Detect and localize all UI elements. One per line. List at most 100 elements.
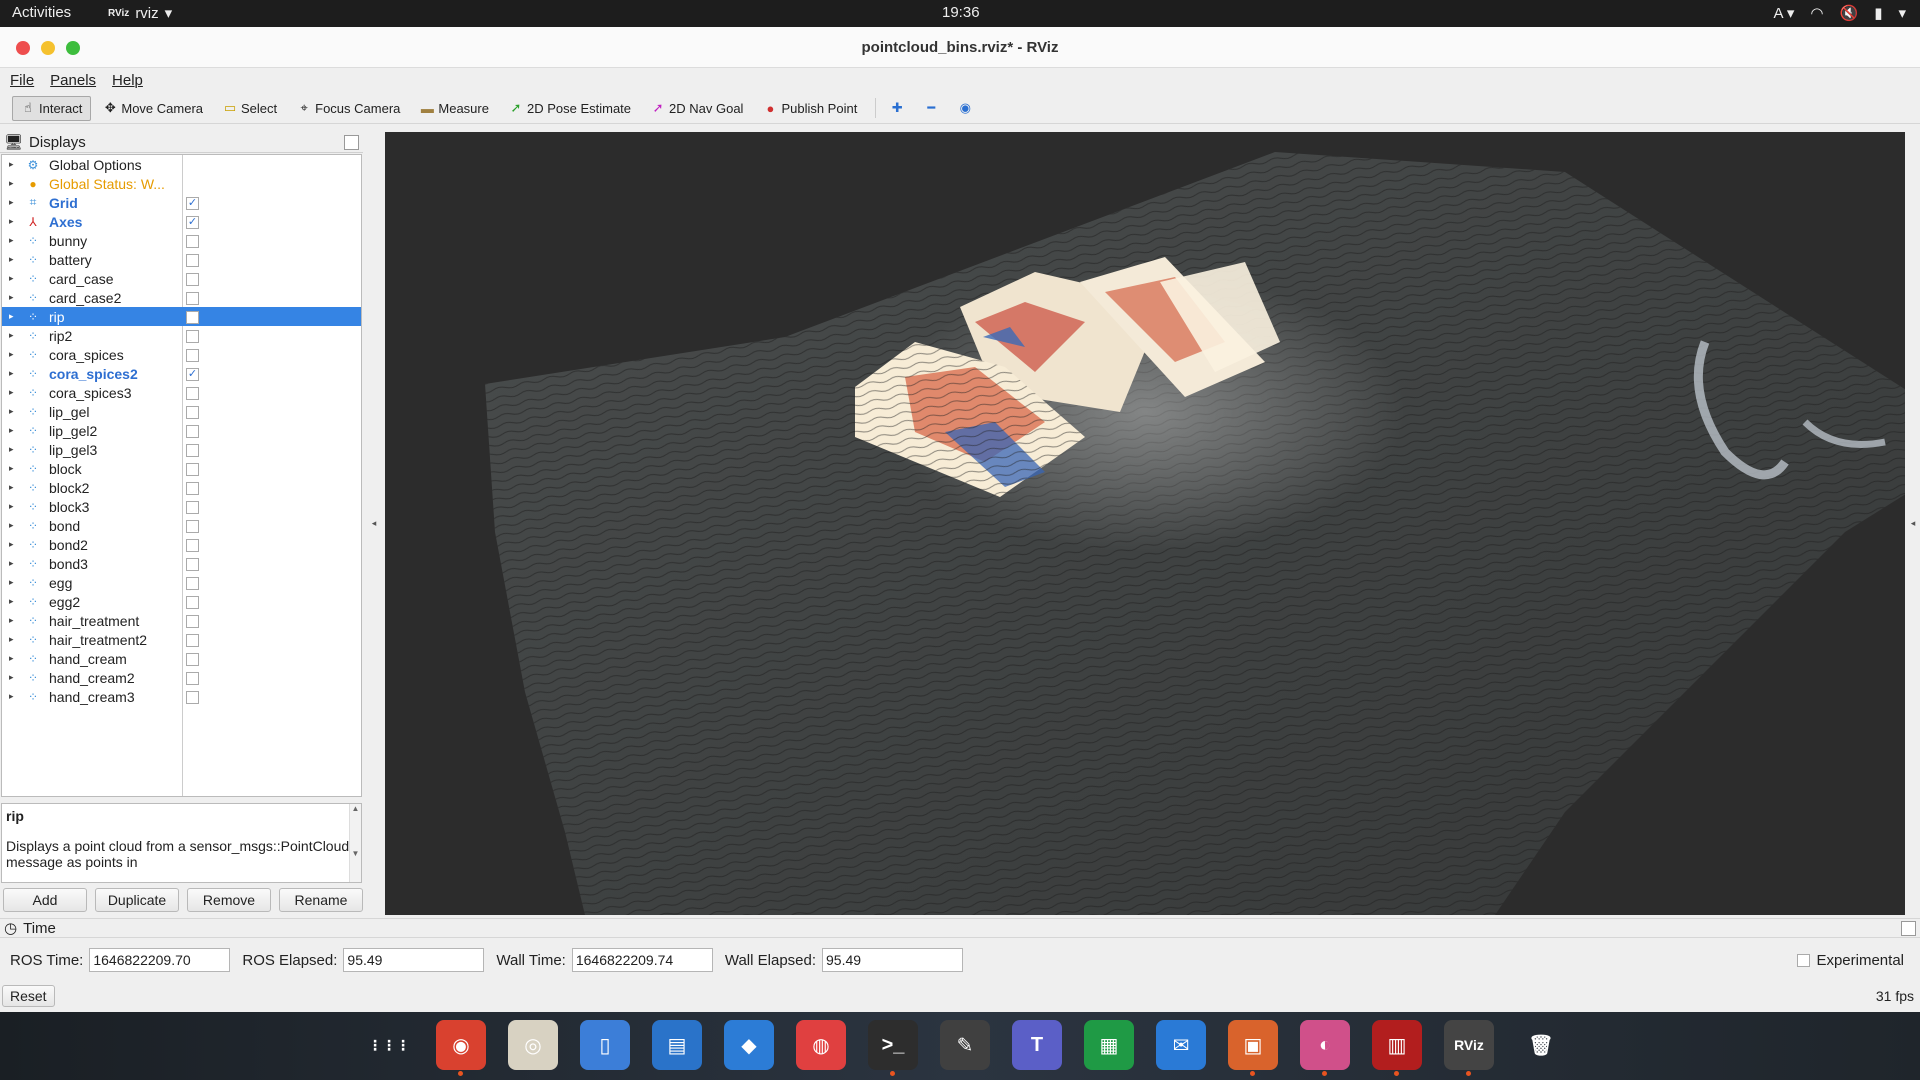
calc-icon[interactable]: ▦ (1084, 1020, 1134, 1070)
expand-arrow-icon[interactable]: ▸ (9, 387, 19, 398)
ros-elapsed-field[interactable]: 95.49 (343, 948, 485, 972)
expand-arrow-icon[interactable]: ▸ (9, 577, 19, 588)
enable-checkbox[interactable] (186, 501, 199, 514)
rename-display-button[interactable]: Rename (279, 888, 363, 912)
input-method-indicator[interactable]: A ▾ (1774, 4, 1795, 22)
remove-display-button[interactable]: Remove (187, 888, 271, 912)
display-item-lip_gel2[interactable]: ▸ ⁘ lip_gel2 (2, 421, 361, 440)
expand-arrow-icon[interactable]: ▸ (9, 254, 19, 265)
displays-tree[interactable]: ▸ ⚙ Global Options ▸ ● Global Status: W... ▸ ⌗ G… (1, 154, 362, 797)
display-item-egg[interactable]: ▸ ⁘ egg (2, 573, 361, 592)
description-scrollbar[interactable]: ▲ ▼ (349, 804, 361, 882)
enable-checkbox[interactable] (186, 539, 199, 552)
display-item-cora_spices[interactable]: ▸ ⁘ cora_spices (2, 345, 361, 364)
display-item-hair_treatment2[interactable]: ▸ ⁘ hair_treatment2 (2, 630, 361, 649)
ros-time-field[interactable]: 1646822209.70 (89, 948, 231, 972)
expand-arrow-icon[interactable]: ▸ (9, 691, 19, 702)
enable-checkbox[interactable] (186, 387, 199, 400)
enable-checkbox[interactable] (186, 311, 199, 324)
reset-button[interactable]: Reset (2, 985, 55, 1007)
enable-checkbox[interactable] (186, 330, 199, 343)
display-item-block[interactable]: ▸ ⁘ block (2, 459, 361, 478)
expand-arrow-icon[interactable]: ▸ (9, 444, 19, 455)
display-item-bunny[interactable]: ▸ ⁘ bunny (2, 231, 361, 250)
enable-checkbox[interactable]: ✓ (186, 197, 199, 210)
enable-checkbox[interactable] (186, 254, 199, 267)
display-item-lip_gel[interactable]: ▸ ⁘ lip_gel (2, 402, 361, 421)
expand-arrow-icon[interactable]: ▸ (9, 330, 19, 341)
expand-arrow-icon[interactable]: ▸ (9, 615, 19, 626)
wall-elapsed-field[interactable]: 95.49 (822, 948, 964, 972)
enable-checkbox[interactable] (186, 577, 199, 590)
expand-arrow-icon[interactable]: ▸ (9, 368, 19, 379)
measure-tool-button[interactable]: ▬ Measure (412, 96, 497, 121)
enable-checkbox[interactable] (186, 273, 199, 286)
menu-panels[interactable]: Panels (50, 72, 96, 89)
panel-float-button[interactable] (344, 135, 359, 150)
display-item-globaloptions[interactable]: ▸ ⚙ Global Options (2, 155, 361, 174)
enable-checkbox[interactable] (186, 463, 199, 476)
enable-checkbox[interactable]: ✓ (186, 216, 199, 229)
interact-tool-button[interactable]: ☝ Interact (12, 95, 92, 121)
expand-arrow-icon[interactable]: ▸ (9, 482, 19, 493)
checkbox[interactable] (1797, 954, 1811, 967)
expand-arrow-icon[interactable]: ▸ (9, 292, 19, 303)
display-item-cora_spices2[interactable]: ▸ ⁘ cora_spices2 ✓ (2, 364, 361, 383)
expand-arrow-icon[interactable]: ▸ (9, 596, 19, 607)
enable-checkbox[interactable] (186, 444, 199, 457)
menu-file[interactable]: File (10, 72, 34, 89)
enable-checkbox[interactable] (186, 615, 199, 628)
files-icon[interactable]: ▯ (580, 1020, 630, 1070)
expand-arrow-icon[interactable]: ▸ (9, 159, 19, 170)
media-icon[interactable]: ▥ (1372, 1020, 1422, 1076)
publish-point-tool-button[interactable]: ● Publish Point (755, 96, 865, 121)
enable-checkbox[interactable] (186, 672, 199, 685)
display-item-egg2[interactable]: ▸ ⁘ egg2 (2, 592, 361, 611)
enable-checkbox[interactable] (186, 596, 199, 609)
expand-arrow-icon[interactable]: ▸ (9, 634, 19, 645)
enable-checkbox[interactable] (186, 482, 199, 495)
duplicate-display-button[interactable]: Duplicate (95, 888, 179, 912)
add-display-button[interactable]: Add (3, 888, 87, 912)
show-applications-icon[interactable]: ⋮⋮⋮ (364, 1020, 414, 1070)
left-splitter[interactable]: ◂ (366, 132, 382, 915)
display-item-globalstatusw[interactable]: ▸ ● Global Status: W... (2, 174, 361, 193)
trash-icon[interactable]: 🗑 (1516, 1020, 1566, 1070)
display-item-hand_cream[interactable]: ▸ ⁘ hand_cream (2, 649, 361, 668)
inkscape-icon[interactable]: ✎ (940, 1020, 990, 1070)
experimental-checkbox[interactable]: Experimental (1797, 952, 1904, 969)
teams-icon[interactable]: T (1012, 1020, 1062, 1070)
display-item-hand_cream2[interactable]: ▸ ⁘ hand_cream2 (2, 668, 361, 687)
enable-checkbox[interactable]: ✓ (186, 368, 199, 381)
enable-checkbox[interactable] (186, 634, 199, 647)
wall-time-field[interactable]: 1646822209.74 (571, 948, 713, 972)
focus-camera-tool-button[interactable]: ⌖ Focus Camera (289, 96, 408, 121)
render-3d-view[interactable] (385, 132, 1905, 915)
expand-arrow-icon[interactable]: ▸ (9, 349, 19, 360)
enable-checkbox[interactable] (186, 406, 199, 419)
display-item-battery[interactable]: ▸ ⁘ battery (2, 250, 361, 269)
view-options-button[interactable]: ◉ (950, 96, 980, 121)
display-item-cora_spices3[interactable]: ▸ ⁘ cora_spices3 (2, 383, 361, 402)
move-camera-tool-button[interactable]: ✥ Move Camera (95, 96, 211, 121)
app-menu[interactable]: RViz rviz ▾ (108, 4, 172, 23)
expand-arrow-icon[interactable]: ▸ (9, 501, 19, 512)
enable-checkbox[interactable] (186, 425, 199, 438)
display-item-bond[interactable]: ▸ ⁘ bond (2, 516, 361, 535)
display-item-bond3[interactable]: ▸ ⁘ bond3 (2, 554, 361, 573)
rhythmbox-icon[interactable]: ◎ (508, 1020, 558, 1070)
enable-checkbox[interactable] (186, 558, 199, 571)
writer-icon[interactable]: ▤ (652, 1020, 702, 1070)
expand-arrow-icon[interactable]: ▸ (9, 539, 19, 550)
expand-arrow-icon[interactable]: ▸ (9, 197, 19, 208)
enable-checkbox[interactable] (186, 691, 199, 704)
expand-arrow-icon[interactable]: ▸ (9, 235, 19, 246)
enable-checkbox[interactable] (186, 349, 199, 362)
display-item-hand_cream3[interactable]: ▸ ⁘ hand_cream3 (2, 687, 361, 706)
enable-checkbox[interactable] (186, 292, 199, 305)
display-item-rip2[interactable]: ▸ ⁘ rip2 (2, 326, 361, 345)
system-tray[interactable]: A ▾ ◠ 🔇 ▮ ▾ (1774, 4, 1906, 22)
nav-goal-tool-button[interactable]: ➚ 2D Nav Goal (643, 96, 751, 121)
expand-arrow-icon[interactable]: ▸ (9, 653, 19, 664)
pose-estimate-tool-button[interactable]: ➚ 2D Pose Estimate (501, 96, 639, 121)
